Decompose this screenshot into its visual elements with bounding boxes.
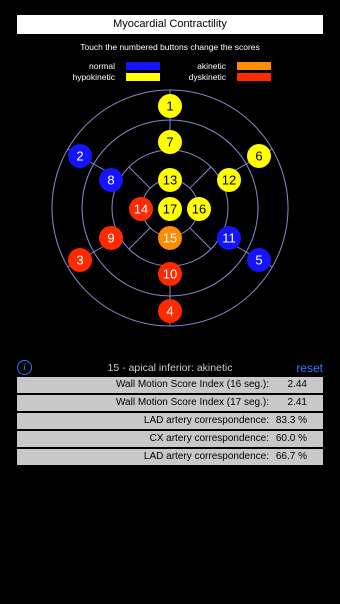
result-value: 60.0 % (275, 433, 307, 444)
result-row-cx: CX artery correspondence: 60.0 % (17, 431, 323, 447)
segment-number: 10 (163, 267, 177, 282)
segment-button-12[interactable]: 12 (217, 168, 241, 192)
result-label: LAD artery correspondence: (143, 451, 269, 462)
segment-button-7[interactable]: 7 (158, 130, 182, 154)
segment-number: 13 (163, 173, 177, 188)
selected-segment-text: 15 - apical inferior: akinetic (107, 362, 233, 374)
segment-number: 2 (76, 149, 83, 164)
result-label: CX artery correspondence: (149, 433, 269, 444)
segment-button-14[interactable]: 14 (129, 197, 153, 221)
result-value: 2.44 (287, 379, 307, 390)
segment-number: 14 (134, 202, 148, 217)
segment-number: 5 (255, 253, 262, 268)
bullseye-plot: 1234567891011121314151617 (51, 89, 289, 327)
result-value: 83.3 % (275, 415, 307, 426)
segment-number: 15 (163, 231, 177, 246)
segment-button-15[interactable]: 15 (158, 226, 182, 250)
segment-button-1[interactable]: 1 (158, 94, 182, 118)
segment-number: 1 (166, 99, 173, 114)
segment-button-10[interactable]: 10 (158, 262, 182, 286)
segment-number: 11 (222, 231, 236, 246)
segment-button-3[interactable]: 3 (68, 248, 92, 272)
segment-button-17[interactable]: 17 (158, 197, 182, 221)
segment-number: 16 (192, 202, 206, 217)
segment-button-4[interactable]: 4 (158, 299, 182, 323)
segment-number: 12 (222, 173, 236, 188)
segment-number: 8 (107, 173, 114, 188)
segment-number: 17 (163, 202, 177, 217)
results-table: Wall Motion Score Index (16 seg.): 2.44 … (17, 377, 323, 467)
result-value: 2.41 (287, 397, 307, 408)
segment-button-13[interactable]: 13 (158, 168, 182, 192)
segment-number: 6 (255, 149, 262, 164)
segment-number: 3 (76, 253, 83, 268)
status-row: i 15 - apical inferior: akinetic reset (0, 360, 340, 376)
result-value: 66.7 % (275, 451, 307, 462)
result-row-wmsi-16: Wall Motion Score Index (16 seg.): 2.44 (17, 377, 323, 393)
result-label: LAD artery correspondence: (143, 415, 269, 426)
segment-button-5[interactable]: 5 (247, 248, 271, 272)
result-row-lad-2: LAD artery correspondence: 66.7 % (17, 449, 323, 465)
segment-button-2[interactable]: 2 (68, 144, 92, 168)
segment-button-11[interactable]: 11 (217, 226, 241, 250)
result-row-wmsi-17: Wall Motion Score Index (17 seg.): 2.41 (17, 395, 323, 411)
reset-button[interactable]: reset (296, 361, 323, 375)
segment-button-9[interactable]: 9 (99, 226, 123, 250)
segment-button-6[interactable]: 6 (247, 144, 271, 168)
result-label: Wall Motion Score Index (16 seg.): (115, 379, 269, 390)
segment-number: 4 (166, 304, 173, 319)
segment-button-8[interactable]: 8 (99, 168, 123, 192)
segment-number: 9 (107, 231, 114, 246)
segment-number: 7 (166, 135, 173, 150)
result-label: Wall Motion Score Index (17 seg.): (115, 397, 269, 408)
result-row-lad-1: LAD artery correspondence: 83.3 % (17, 413, 323, 429)
segment-button-16[interactable]: 16 (187, 197, 211, 221)
